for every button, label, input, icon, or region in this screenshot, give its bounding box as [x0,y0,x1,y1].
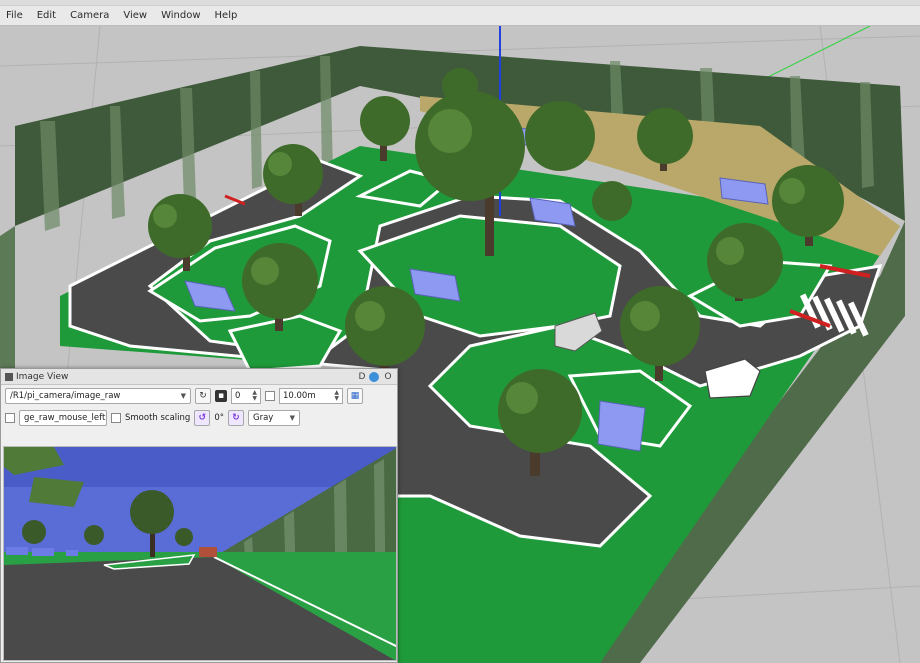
refresh-icon: ↻ [199,391,207,401]
menu-window[interactable]: Window [161,10,200,21]
colormap-value: Gray [253,413,274,423]
mouse-topic-checkbox[interactable] [5,413,15,423]
spin-arrows-icon: ▲ ▼ [334,389,339,402]
mouse-topic-value: ge_raw_mouse_left [24,413,106,423]
zoom-spinbox[interactable]: 0 ▲ ▼ [231,388,261,404]
topic-value: /R1/pi_camera/image_raw [10,391,121,401]
save-icon[interactable]: ▪ [215,390,227,402]
image-view-titlebar[interactable]: Image View D O [1,369,397,385]
colormap-select[interactable]: Gray ▼ [248,410,300,426]
help-globe-icon[interactable] [369,371,379,382]
distance-value: 10.00m [283,391,316,401]
menu-edit[interactable]: Edit [37,10,56,21]
rotate-right-icon: ↻ [232,413,240,423]
rotate-right-button[interactable]: ↻ [228,410,244,426]
rotate-left-icon: ↺ [198,413,207,423]
mouse-topic-field[interactable]: ge_raw_mouse_left [19,410,107,426]
zoom-value: 0 [235,391,241,401]
camera-image[interactable] [3,446,397,661]
smooth-scaling-label: Smooth scaling [125,413,191,423]
distance-spinbox[interactable]: 10.00m ▲ ▼ [279,388,343,404]
menu-help[interactable]: Help [215,10,238,21]
fit-button[interactable]: ▦ [347,388,363,404]
menu-camera[interactable]: Camera [70,10,109,21]
app-icon [5,372,13,381]
options-toolbar: ge_raw_mouse_left Smooth scaling ↺ 0° ↻ … [1,407,397,429]
chevron-down-icon: ▼ [180,392,186,400]
dock-button[interactable]: D [357,372,367,382]
refresh-button[interactable]: ↻ [195,388,211,404]
menubar: File Edit Camera View Window Help [0,6,920,26]
menu-view[interactable]: View [123,10,147,21]
camera-image-render [4,447,396,660]
distance-checkbox[interactable] [265,391,275,401]
options-button[interactable]: O [383,372,393,382]
image-view-title: Image View [16,371,69,382]
rotation-value: 0° [214,413,224,423]
spin-arrows-icon: ▲ ▼ [252,389,257,402]
menu-file[interactable]: File [6,10,23,21]
image-view-window[interactable]: Image View D O /R1/pi_camera/image_raw ▼… [0,368,398,663]
fit-icon: ▦ [350,391,360,401]
smooth-scaling-checkbox[interactable] [111,413,121,423]
chevron-down-icon: ▼ [289,414,295,422]
topic-select[interactable]: /R1/pi_camera/image_raw ▼ [5,388,191,404]
topic-toolbar: /R1/pi_camera/image_raw ▼ ↻ ▪ 0 ▲ ▼ 10.00… [1,385,397,407]
rotate-left-button[interactable]: ↺ [194,410,211,426]
